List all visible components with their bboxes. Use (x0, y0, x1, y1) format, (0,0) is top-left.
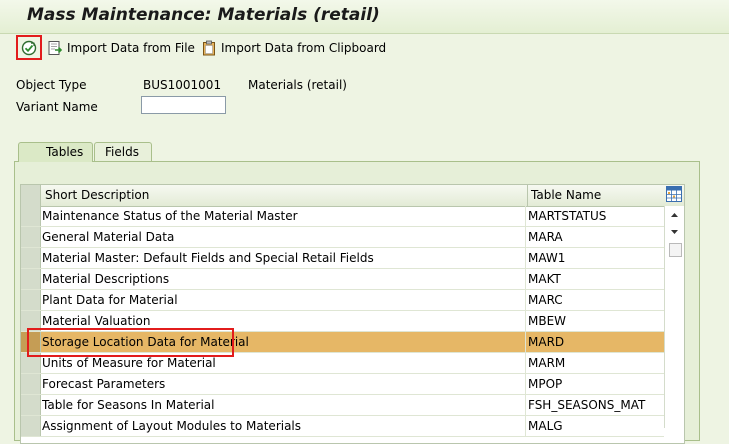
cell-table-name[interactable]: MPOP (528, 374, 664, 394)
table-row[interactable]: Maintenance Status of the Material Maste… (21, 206, 664, 227)
table-row[interactable]: Storage Location Data for Material MARD (21, 332, 664, 353)
execute-icon (21, 40, 37, 55)
row-select-cell[interactable] (21, 416, 41, 436)
row-select-cell[interactable] (21, 374, 41, 394)
tab-tables[interactable]: Tables (18, 142, 93, 162)
clipboard-icon (203, 40, 215, 56)
row-select-cell[interactable] (21, 290, 41, 310)
tab-fields[interactable]: Fields (94, 142, 152, 162)
object-type-label: Object Type (16, 78, 87, 92)
cell-short-description[interactable]: Storage Location Data for Material (42, 332, 526, 352)
table-row[interactable]: Assignment of Layout Modules to Material… (21, 416, 664, 437)
object-type-description: Materials (retail) (248, 78, 347, 92)
cell-table-name[interactable]: MARD (528, 332, 664, 352)
scroll-up-icon[interactable] (665, 208, 684, 222)
cell-table-name[interactable]: MALG (528, 416, 664, 436)
cell-short-description[interactable]: Forecast Parameters (42, 374, 526, 394)
row-select-cell[interactable] (21, 353, 41, 373)
tables-table: Short Description Table Name Maintenance… (20, 184, 685, 444)
cell-short-description[interactable]: Material Valuation (42, 311, 526, 331)
column-header-short-description[interactable]: Short Description (45, 185, 149, 206)
row-select-cell[interactable] (21, 248, 41, 268)
cell-table-name[interactable]: MARM (528, 353, 664, 373)
table-row[interactable]: Material Master: Default Fields and Spec… (21, 248, 664, 269)
cell-table-name[interactable]: MARTSTATUS (528, 206, 664, 226)
vertical-scrollbar[interactable] (664, 206, 684, 428)
import-from-file-label: Import Data from File (67, 41, 195, 55)
table-row[interactable]: General Material Data MARA (21, 227, 664, 248)
cell-short-description[interactable]: Table for Seasons In Material (42, 395, 526, 415)
row-select-cell[interactable] (21, 206, 41, 226)
import-from-clipboard-label: Import Data from Clipboard (221, 41, 387, 55)
cell-table-name[interactable]: MARC (528, 290, 664, 310)
cell-short-description[interactable]: Material Master: Default Fields and Spec… (42, 248, 526, 268)
cell-short-description[interactable]: General Material Data (42, 227, 526, 247)
cell-table-name[interactable]: MAW1 (528, 248, 664, 268)
cell-table-name[interactable]: MARA (528, 227, 664, 247)
variant-name-input[interactable] (141, 96, 226, 114)
table-row[interactable]: Material Descriptions MAKT (21, 269, 664, 290)
column-header-table-name[interactable]: Table Name (531, 185, 601, 206)
cell-short-description[interactable]: Plant Data for Material (42, 290, 526, 310)
table-row[interactable]: Plant Data for Material MARC (21, 290, 664, 311)
import-from-file-button[interactable]: Import Data from File (47, 37, 195, 59)
title-bar: Mass Maintenance: Materials (retail) (0, 0, 729, 34)
execute-button[interactable] (16, 35, 42, 60)
cell-table-name[interactable]: MBEW (528, 311, 664, 331)
object-type-value: BUS1001001 (143, 78, 222, 92)
import-from-clipboard-button[interactable]: Import Data from Clipboard (201, 37, 386, 59)
row-select-cell[interactable] (21, 311, 41, 331)
table-row[interactable]: Table for Seasons In Material FSH_SEASONS… (21, 395, 664, 416)
page-title: Mass Maintenance: Materials (retail) (27, 5, 380, 25)
variant-name-label: Variant Name (16, 100, 98, 114)
scroll-down-icon[interactable] (665, 225, 684, 239)
table-row[interactable]: Units of Measure for Material MARM (21, 353, 664, 374)
scrollbar-thumb[interactable] (669, 243, 682, 257)
select-all-cell[interactable] (21, 185, 41, 206)
cell-table-name[interactable]: FSH_SEASONS_MAT (528, 395, 664, 415)
table-row[interactable]: Forecast Parameters MPOP (21, 374, 664, 395)
row-select-cell[interactable] (21, 395, 41, 415)
table-settings-icon[interactable] (666, 186, 682, 202)
cell-short-description[interactable]: Units of Measure for Material (42, 353, 526, 373)
cell-table-name[interactable]: MAKT (528, 269, 664, 289)
table-row[interactable]: Material Valuation MBEW (21, 311, 664, 332)
cell-short-description[interactable]: Material Descriptions (42, 269, 526, 289)
cell-short-description[interactable]: Assignment of Layout Modules to Material… (42, 416, 526, 436)
row-select-cell[interactable] (21, 332, 41, 352)
row-select-cell[interactable] (21, 227, 41, 247)
row-select-cell[interactable] (21, 269, 41, 289)
import-file-icon (48, 41, 63, 55)
table-header: Short Description Table Name (21, 185, 684, 207)
cell-short-description[interactable]: Maintenance Status of the Material Maste… (42, 206, 526, 226)
